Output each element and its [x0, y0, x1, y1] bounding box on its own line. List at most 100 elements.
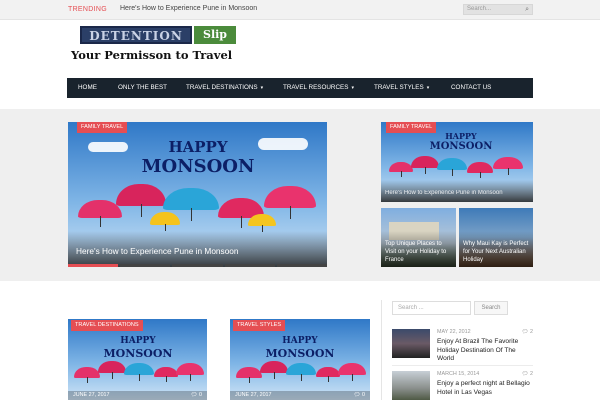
graphic-line-monsoon: MONSOON — [265, 347, 335, 360]
nav-item-label: HOME — [78, 84, 97, 91]
slider-dot[interactable] — [120, 264, 171, 267]
umbrella-shape — [493, 157, 523, 175]
card-date: JUNE 27, 2017 — [235, 392, 272, 398]
featured-main-overlay: Here's How to Experience Pune in Monsoon — [68, 231, 327, 267]
nav-item-label: TRAVEL RESOURCES — [283, 84, 349, 91]
category-badge[interactable]: TRAVEL STYLES — [233, 320, 286, 331]
sidebar-search-input[interactable]: Search ... — [392, 301, 471, 315]
nav-item-label: TRAVEL DESTINATIONS — [186, 84, 258, 91]
cloud-shape — [88, 142, 128, 152]
post-title[interactable]: Enjoy a perfect night at Bellagio Hotel … — [437, 380, 533, 397]
card-comments[interactable]: 💬︎ 0 — [354, 391, 365, 400]
post-thumbnail[interactable] — [392, 371, 430, 400]
chevron-down-icon: ▾ — [351, 85, 354, 91]
featured-side-overlay: Top Unique Places to Visit on your Holid… — [381, 231, 456, 267]
comment-count: 2 — [530, 371, 533, 377]
umbrella-shape — [467, 162, 493, 179]
featured-side-post-top[interactable]: HAPPY MONSOON FAMILY TRAVEL Here's How t… — [381, 122, 533, 202]
featured-main-post[interactable]: HAPPY MONSOON FAMILY TRAVEL Here's How t… — [68, 122, 327, 267]
graphic-line-happy: HAPPY — [168, 138, 228, 156]
nav-item-label: ONLY THE BEST — [118, 84, 167, 91]
sidebar-post[interactable]: MAY 22, 2012 💬︎ 2 Enjoy At Brazil The Fa… — [392, 329, 533, 369]
main-nav: HOME ONLY THE BEST TRAVEL DESTINATIONS ▾ … — [67, 78, 533, 98]
umbrella-shape — [260, 361, 288, 379]
featured-side-title[interactable]: Why Maui Kay is Perfect for Your Next Au… — [463, 240, 531, 264]
slider-dot[interactable] — [224, 264, 275, 267]
umbrella-shape — [286, 363, 316, 381]
card-meta: JUNE 27, 2017 💬︎ 0 — [68, 391, 207, 400]
nav-item-only-the-best[interactable]: ONLY THE BEST — [118, 78, 167, 98]
graphic-line-happy: HAPPY — [445, 131, 477, 141]
slider-dot[interactable] — [68, 264, 119, 267]
umbrella-shape — [124, 363, 154, 381]
comment-icon: 💬︎ — [353, 392, 361, 398]
card-meta: JUNE 27, 2017 💬︎ 0 — [230, 391, 370, 400]
top-search-input[interactable]: Search... ⌕ — [463, 4, 533, 15]
umbrella-shape — [176, 363, 204, 381]
chevron-down-icon: ▾ — [426, 85, 430, 91]
umbrella-shape — [316, 367, 340, 382]
comment-icon: 💬︎ — [521, 371, 529, 377]
post-thumbnail[interactable] — [392, 329, 430, 358]
umbrella-shape — [236, 367, 262, 384]
umbrella-shape — [163, 188, 219, 221]
category-badge[interactable]: FAMILY TRAVEL — [386, 122, 437, 133]
umbrella-shape — [264, 186, 316, 219]
featured-main-title[interactable]: Here's How to Experience Pune in Monsoon — [76, 246, 239, 256]
post-comments[interactable]: 💬︎ 2 — [522, 329, 533, 335]
logo-plate: DETENTION — [80, 26, 192, 44]
featured-side-overlay: Here's How to Experience Pune in Monsoon — [381, 180, 533, 202]
post-card[interactable]: HAPPY MONSOON TRAVEL STYLES JUNE 27, 201… — [230, 319, 370, 400]
logo-slip: Slip — [194, 26, 236, 44]
sidebar-post[interactable]: MARCH 15, 2014 💬︎ 2 Enjoy a perfect nigh… — [392, 371, 533, 400]
post-comments[interactable]: 💬︎ 2 — [522, 371, 533, 377]
featured-side-title[interactable]: Top Unique Places to Visit on your Holid… — [385, 240, 453, 264]
comment-icon: 💬︎ — [190, 392, 198, 398]
graphic-line-happy: HAPPY — [120, 336, 156, 346]
graphic-line-monsoon: MONSOON — [103, 347, 173, 360]
chevron-down-icon: ▾ — [260, 85, 264, 91]
umbrella-shape — [150, 212, 180, 232]
top-search-placeholder: Search... — [467, 6, 492, 12]
logo-word: DETENTION — [89, 29, 183, 43]
umbrella-shape — [98, 361, 126, 379]
featured-side-title[interactable]: Here's How to Experience Pune in Monsoon — [385, 190, 503, 196]
top-bar: TRENDING Here's How to Experience Pune i… — [0, 0, 600, 20]
umbrella-shape — [411, 156, 439, 174]
comment-count: 0 — [362, 392, 365, 398]
post-card[interactable]: HAPPY MONSOON TRAVEL DESTINATIONS JUNE 2… — [68, 319, 207, 400]
site-logo[interactable]: DETENTION Slip Your Permisson to Travel — [70, 23, 240, 67]
umbrella-shape — [116, 184, 166, 217]
featured-side-overlay: Why Maui Kay is Perfect for Your Next Au… — [459, 231, 533, 267]
comment-icon: 💬︎ — [521, 329, 529, 335]
featured-side-post-left[interactable]: Top Unique Places to Visit on your Holid… — [381, 208, 456, 267]
comment-count: 2 — [530, 329, 533, 335]
featured-side-post-right[interactable]: Why Maui Kay is Perfect for Your Next Au… — [459, 208, 533, 267]
nav-item-travel-destinations[interactable]: TRAVEL DESTINATIONS ▾ — [186, 78, 263, 98]
graphic-line-happy: HAPPY — [282, 336, 318, 346]
sidebar-search-button[interactable]: Search — [474, 301, 508, 315]
post-date: MARCH 15, 2014 — [437, 371, 480, 377]
card-date: JUNE 27, 2017 — [73, 392, 110, 398]
graphic-line-monsoon: MONSOON — [429, 141, 493, 152]
umbrella-shape — [248, 214, 276, 232]
umbrella-shape — [338, 363, 366, 381]
nav-item-home[interactable]: HOME — [78, 78, 97, 98]
nav-item-label: TRAVEL STYLES — [374, 84, 424, 91]
slider-dot[interactable] — [276, 264, 328, 267]
sidebar-divider — [381, 300, 382, 400]
category-badge[interactable]: FAMILY TRAVEL — [77, 122, 128, 133]
logo-tagline: Your Permisson to Travel — [71, 48, 233, 62]
cloud-shape — [258, 138, 308, 150]
slider-dot[interactable] — [172, 264, 223, 267]
nav-item-contact-us[interactable]: CONTACT US — [451, 78, 491, 98]
nav-item-travel-resources[interactable]: TRAVEL RESOURCES ▾ — [283, 78, 354, 98]
umbrella-shape — [389, 162, 413, 177]
card-comments[interactable]: 💬︎ 0 — [191, 391, 202, 400]
category-badge[interactable]: TRAVEL DESTINATIONS — [71, 320, 143, 331]
search-icon[interactable]: ⌕ — [525, 6, 529, 14]
trending-headline-link[interactable]: Here's How to Experience Pune in Monsoon — [120, 5, 257, 12]
post-title[interactable]: Enjoy At Brazil The Favorite Holiday Des… — [437, 338, 533, 364]
graphic-line-monsoon: MONSOON — [141, 156, 255, 177]
nav-item-travel-styles[interactable]: TRAVEL STYLES ▾ — [374, 78, 429, 98]
